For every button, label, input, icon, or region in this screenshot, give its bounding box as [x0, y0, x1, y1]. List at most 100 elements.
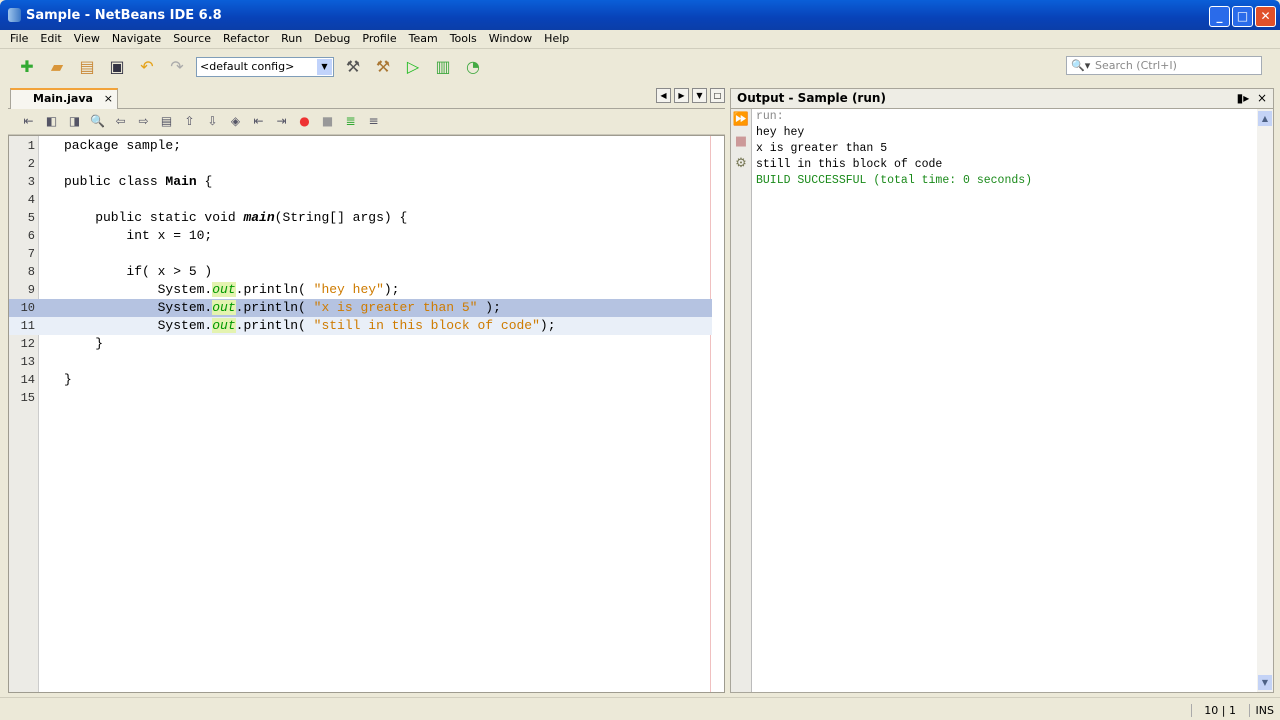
show-opened-documents-icon[interactable]: ▼ — [692, 88, 707, 103]
maximize-button[interactable]: □ — [1232, 6, 1253, 27]
maximize-window-icon[interactable]: □ — [710, 88, 725, 103]
code-token: main — [243, 210, 274, 225]
output-scrollbar[interactable]: ▲▼ — [1257, 109, 1273, 692]
scroll-tabs-right-icon[interactable]: ▶ — [674, 88, 689, 103]
code-line[interactable]: 11 System.out.println( "still in this bl… — [9, 317, 712, 335]
menu-run[interactable]: Run — [275, 30, 308, 48]
open-project-icon[interactable]: ▤ — [76, 56, 98, 78]
config-select[interactable]: <default config>▼ — [196, 57, 334, 77]
line-number: 2 — [9, 155, 35, 173]
code-line[interactable]: 4 — [9, 191, 712, 209]
find-next-icon[interactable]: ⇨ — [135, 113, 152, 130]
line-number: 1 — [9, 137, 35, 155]
new-file-icon[interactable]: ✚ — [16, 56, 38, 78]
find-icon[interactable]: 🔍 — [89, 113, 106, 130]
menu-team[interactable]: Team — [403, 30, 444, 48]
build-hammer-icon[interactable]: ⚒ — [342, 56, 364, 78]
chevron-down-icon: ▼ — [317, 59, 332, 75]
output-panel: Output - Sample (run)▮▸ × ⏩ ■ ⚙ run:hey … — [730, 88, 1274, 693]
close-tab-icon[interactable]: × — [104, 90, 113, 108]
code-line[interactable]: 15 — [9, 389, 712, 407]
run-icon[interactable]: ▷ — [402, 56, 424, 78]
code-line[interactable]: 3public class Main { — [9, 173, 712, 191]
menu-navigate[interactable]: Navigate — [106, 30, 167, 48]
menu-bar: FileEditViewNavigateSourceRefactorRunDeb… — [0, 30, 1280, 49]
menu-view[interactable]: View — [68, 30, 106, 48]
shift-left-icon[interactable]: ⇤ — [250, 113, 267, 130]
code-line[interactable]: 7 — [9, 245, 712, 263]
comment-icon[interactable]: ≣ — [342, 113, 359, 130]
line-number: 12 — [9, 335, 35, 353]
code-editor[interactable]: 1package sample;23public class Main {45 … — [8, 135, 725, 693]
code-line[interactable]: 6 int x = 10; — [9, 227, 712, 245]
search-icon: 🔍▾ — [1071, 57, 1090, 74]
code-token: ); — [540, 318, 556, 333]
code-token: .println( — [236, 282, 314, 297]
menu-window[interactable]: Window — [483, 30, 538, 48]
tab-main-java[interactable]: Main.java× — [10, 88, 118, 109]
line-number: 10 — [9, 299, 35, 317]
settings-icon[interactable]: ⚙ — [731, 153, 751, 175]
rerun-icon[interactable]: ⏩ — [731, 109, 751, 131]
minimize-panel-icon[interactable]: ▮▸ — [1237, 91, 1250, 105]
back-icon[interactable]: ◧ — [43, 113, 60, 130]
output-line: x is greater than 5 — [752, 141, 1257, 157]
code-line[interactable]: 13 — [9, 353, 712, 371]
output-text[interactable]: run:hey heyx is greater than 5still in t… — [752, 109, 1257, 692]
menu-refactor[interactable]: Refactor — [217, 30, 275, 48]
save-all-icon[interactable]: ▣ — [106, 56, 128, 78]
debug-icon[interactable]: ▥ — [432, 56, 454, 78]
menu-file[interactable]: File — [4, 30, 34, 48]
close-output-icon[interactable]: × — [1257, 91, 1267, 105]
line-number: 15 — [9, 389, 35, 407]
code-token: ); — [477, 300, 500, 315]
menu-edit[interactable]: Edit — [34, 30, 67, 48]
new-project-icon[interactable]: ▰ — [46, 56, 68, 78]
redo-icon[interactable]: ↷ — [166, 56, 188, 78]
line-number: 5 — [9, 209, 35, 227]
scroll-tabs-left-icon[interactable]: ◀ — [656, 88, 671, 103]
code-line[interactable]: 12 } — [9, 335, 712, 353]
menu-tools[interactable]: Tools — [444, 30, 483, 48]
find-previous-icon[interactable]: ⇦ — [112, 113, 129, 130]
code-token: } — [64, 336, 103, 351]
toggle-highlight-icon[interactable]: ▤ — [158, 113, 175, 130]
line-number: 8 — [9, 263, 35, 281]
uncomment-icon[interactable]: ≡ — [365, 113, 382, 130]
last-edit-icon[interactable]: ⇤ — [20, 113, 37, 130]
clean-build-icon[interactable]: ⚒ — [372, 56, 394, 78]
code-line[interactable]: 10 System.out.println( "x is greater tha… — [9, 299, 712, 317]
toggle-bookmark-icon[interactable]: ◈ — [227, 113, 244, 130]
profile-icon[interactable]: ◔ — [462, 56, 484, 78]
close-button[interactable]: ✕ — [1255, 6, 1276, 27]
shift-right-icon[interactable]: ⇥ — [273, 113, 290, 130]
line-number: 4 — [9, 191, 35, 209]
code-line[interactable]: 2 — [9, 155, 712, 173]
code-text: System.out.println( "still in this block… — [64, 317, 556, 335]
menu-profile[interactable]: Profile — [356, 30, 402, 48]
stop-icon[interactable]: ■ — [731, 131, 751, 153]
undo-icon[interactable]: ↶ — [136, 56, 158, 78]
netbeans-app-icon — [8, 8, 21, 22]
menu-debug[interactable]: Debug — [308, 30, 356, 48]
stop-macro-icon[interactable]: ■ — [319, 113, 336, 130]
code-token: "x is greater than 5" — [314, 300, 478, 315]
scroll-up-icon[interactable]: ▲ — [1258, 111, 1272, 126]
code-line[interactable]: 8 if( x > 5 ) — [9, 263, 712, 281]
code-token: public static void — [64, 210, 243, 225]
previous-bookmark-icon[interactable]: ⇧ — [181, 113, 198, 130]
start-macro-icon[interactable]: ● — [296, 113, 313, 130]
code-text: if( x > 5 ) — [64, 263, 212, 281]
code-line[interactable]: 9 System.out.println( "hey hey"); — [9, 281, 712, 299]
forward-icon[interactable]: ◨ — [66, 113, 83, 130]
code-line[interactable]: 1package sample; — [9, 137, 712, 155]
code-line[interactable]: 5 public static void main(String[] args)… — [9, 209, 712, 227]
code-line[interactable]: 14} — [9, 371, 712, 389]
scroll-down-icon[interactable]: ▼ — [1258, 675, 1272, 690]
minimize-button[interactable]: _ — [1209, 6, 1230, 27]
next-bookmark-icon[interactable]: ⇩ — [204, 113, 221, 130]
menu-help[interactable]: Help — [538, 30, 575, 48]
output-line: still in this block of code — [752, 157, 1257, 173]
search-input[interactable]: 🔍▾Search (Ctrl+I) — [1066, 56, 1262, 75]
menu-source[interactable]: Source — [167, 30, 217, 48]
